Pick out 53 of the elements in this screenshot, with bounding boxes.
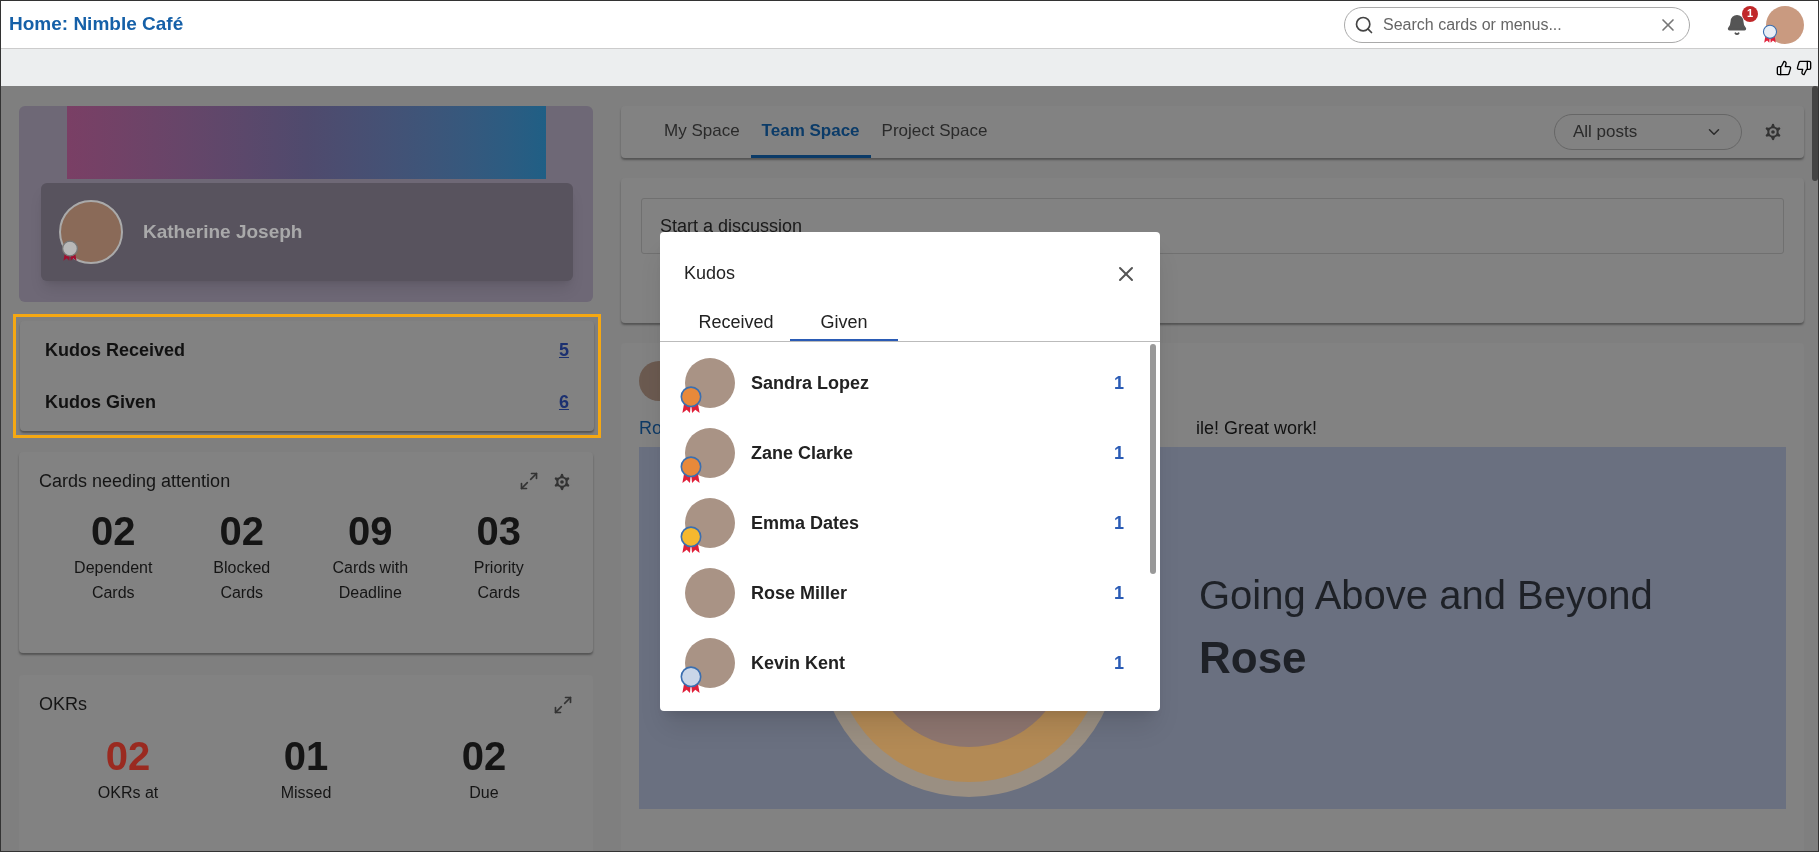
banner-name: Rose xyxy=(1199,632,1308,684)
space-tab[interactable]: Project Space xyxy=(870,106,999,158)
dialog-tab[interactable]: Received xyxy=(682,305,790,341)
stat-label: Priority Cards xyxy=(472,558,525,603)
kudos-label: Kudos Given xyxy=(45,390,156,414)
kudos-count[interactable]: 1 xyxy=(1114,579,1124,607)
notification-count: 1 xyxy=(1742,5,1758,22)
person-name: Sandra Lopez xyxy=(751,371,871,395)
expand-icon[interactable] xyxy=(553,694,573,715)
stat-label: Missed xyxy=(279,783,333,803)
stat-value: 02 xyxy=(461,733,507,780)
stat-label: Blocked Cards xyxy=(212,558,272,603)
stat-value: 03 xyxy=(476,508,521,555)
dialog-tab[interactable]: Given xyxy=(790,305,898,341)
stat-label: Cards with Deadline xyxy=(331,558,410,603)
person-name: Zane Clarke xyxy=(751,441,855,465)
settings-icon[interactable] xyxy=(1762,121,1784,143)
kudos-count[interactable]: 1 xyxy=(1114,439,1124,467)
stat-value: 09 xyxy=(348,508,393,555)
dialog-title: Kudos xyxy=(684,262,736,285)
stat-value: 01 xyxy=(283,733,329,780)
stat-value: 02 xyxy=(219,508,264,555)
banner-title: Going Above and Beyond xyxy=(1199,572,1653,619)
medal-icon xyxy=(1762,23,1778,44)
kudos-count[interactable]: 1 xyxy=(1114,369,1124,397)
profile-name: Katherine Joseph xyxy=(143,219,303,244)
expand-icon[interactable] xyxy=(519,470,539,491)
search-icon xyxy=(1354,14,1374,35)
card-title: OKRs xyxy=(39,693,87,716)
stat-value: 02 xyxy=(105,733,151,780)
person-name: Kevin Kent xyxy=(751,651,847,675)
kudos-count[interactable]: 1 xyxy=(1114,509,1124,537)
person-name: Rose Miller xyxy=(751,581,849,605)
stat-label: Dependent Cards xyxy=(73,558,154,603)
space-tab[interactable]: My Space xyxy=(653,106,751,158)
stat-label: OKRs at xyxy=(96,783,160,803)
dialog-scrollbar[interactable] xyxy=(1150,344,1156,574)
post-text: ile! Great work! xyxy=(1196,417,1318,439)
notification-bell-icon[interactable] xyxy=(1726,13,1748,36)
thumbs-up-icon[interactable] xyxy=(1776,59,1792,76)
thumbs-down-icon[interactable] xyxy=(1796,59,1812,76)
stat-label: Due xyxy=(468,783,500,803)
medal-icon xyxy=(61,240,79,262)
card-title: Cards needing attention xyxy=(39,470,231,493)
person-name: Emma Dates xyxy=(751,511,861,535)
settings-icon[interactable] xyxy=(551,470,573,493)
search-field[interactable]: Search cards or menus... xyxy=(1344,6,1690,43)
kudos-count[interactable]: 1 xyxy=(1114,649,1124,677)
stat-value: 02 xyxy=(91,508,136,555)
page-scrollbar[interactable] xyxy=(1812,86,1818,181)
kudos-label: Kudos Received xyxy=(45,338,186,362)
page-title: Home: Nimble Café xyxy=(9,12,184,37)
avatar xyxy=(685,568,735,618)
